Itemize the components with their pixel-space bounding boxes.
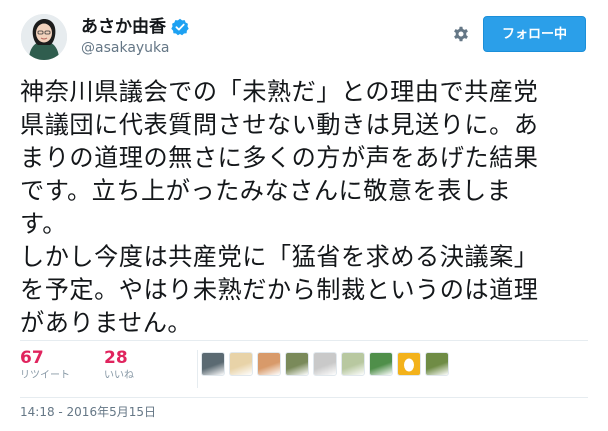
liker-avatar[interactable] (313, 352, 337, 376)
tweet-header: あさか由香 @asakayuka フォロー中 (0, 0, 608, 66)
user-handle[interactable]: @asakayuka (81, 39, 170, 57)
like-count: 28 (104, 348, 128, 368)
liker-avatars (201, 352, 453, 376)
like-stat[interactable]: 28 いいね (104, 348, 134, 383)
liker-avatar[interactable] (369, 352, 393, 376)
follow-button[interactable]: フォロー中 (483, 16, 586, 52)
like-label: いいね (104, 370, 134, 381)
display-name-text: あさか由香 (81, 17, 166, 37)
retweet-count: 67 (20, 348, 44, 368)
divider (20, 340, 588, 341)
retweet-stat[interactable]: 67 リツイート (20, 348, 70, 383)
liker-avatar[interactable] (257, 352, 281, 376)
liker-avatar[interactable] (341, 352, 365, 376)
avatar-image (21, 14, 67, 60)
liker-avatar[interactable] (229, 352, 253, 376)
gear-icon[interactable] (451, 24, 471, 44)
tweet-timestamp[interactable]: 14:18 - 2016年5月15日 (20, 404, 156, 420)
divider (20, 397, 588, 398)
liker-avatar[interactable] (201, 352, 225, 376)
liker-avatar[interactable] (425, 352, 449, 376)
retweet-label: リツイート (20, 370, 70, 381)
tweet-text: 神奈川県議会での「未熟だ」との理由で共産党 県議団に代表質問させない動きは見送り… (20, 78, 539, 337)
verified-badge-icon (171, 18, 189, 36)
stats-separator (197, 350, 198, 388)
display-name[interactable]: あさか由香 (81, 16, 189, 38)
avatar[interactable] (21, 14, 67, 60)
liker-avatar[interactable] (285, 352, 309, 376)
tweet-stats: 67 リツイート 28 いいね (20, 344, 588, 396)
liker-avatar[interactable] (397, 352, 421, 376)
